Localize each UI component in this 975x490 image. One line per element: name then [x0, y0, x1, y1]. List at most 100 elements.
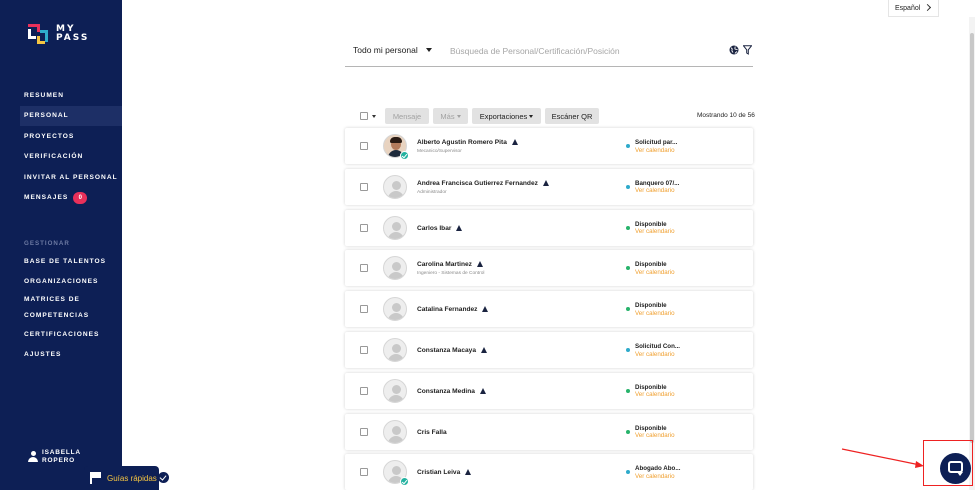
warning-icon[interactable]	[511, 139, 518, 145]
person-row[interactable]: Constanza Macaya Solicitud Con... Ver cale…	[345, 332, 753, 368]
page-scrollbar[interactable]	[969, 17, 975, 490]
person-row[interactable]: Cris Falla Disponible Ver calendario	[345, 413, 753, 450]
row-checkbox[interactable]	[360, 264, 368, 273]
person-name[interactable]: Constanza Medina	[417, 387, 486, 395]
sidebar-item-base-talentos[interactable]: BASE DE TALENTOS	[0, 251, 122, 272]
sidebar-item-proyectos[interactable]: PROYECTOS	[0, 126, 122, 147]
person-row[interactable]: Alberto Agustin Romero Pita Mecanico/Supe…	[345, 128, 753, 164]
sidebar-item-certificaciones[interactable]: CERTIFICACIONES	[0, 324, 122, 345]
row-checkbox[interactable]	[360, 346, 368, 354]
chat-icon	[948, 461, 963, 476]
person-name-text: Carlos Ibar	[417, 224, 452, 232]
status-dot	[626, 144, 630, 148]
avatar[interactable]	[383, 378, 407, 403]
message-button[interactable]: Mensaje	[385, 108, 429, 124]
warning-icon[interactable]	[456, 224, 463, 231]
person-row[interactable]: Carlos Ibar Disponible Ver calendario	[345, 209, 753, 246]
view-calendar-link[interactable]: Ver calendario	[635, 432, 675, 439]
person-name[interactable]: Catalina Fernandez	[417, 306, 489, 313]
filter-icon[interactable]	[743, 45, 752, 55]
avatar[interactable]	[383, 256, 407, 281]
exports-button[interactable]: Exportaciones	[472, 108, 541, 124]
chevron-right-icon	[923, 3, 932, 12]
user-profile[interactable]: ISABELLA ROPERO	[28, 449, 81, 464]
sidebar-item-personal[interactable]: PERSONAL	[20, 105, 122, 126]
avatar[interactable]	[383, 174, 407, 199]
avatar[interactable]	[383, 297, 407, 322]
sidebar-item-ajustes[interactable]: AJUSTES	[0, 345, 122, 366]
person-row[interactable]: Cristian Leiva Abogado Abo... Ver calendar…	[345, 454, 753, 490]
scrollbar-thumb[interactable]	[970, 33, 974, 443]
more-button[interactable]: Más	[433, 108, 468, 124]
sidebar-item-organizaciones[interactable]: ORGANIZACIONES	[0, 272, 122, 293]
globe-icon[interactable]	[729, 45, 739, 55]
quick-guides-button[interactable]: Guías rápidas	[84, 466, 159, 490]
warning-icon[interactable]	[482, 306, 489, 313]
warning-icon[interactable]	[481, 347, 487, 353]
user-name: ISABELLA ROPERO	[42, 449, 81, 464]
view-calendar-link[interactable]: Ver calendario	[635, 269, 675, 276]
person-name-text: Constanza Medina	[417, 387, 475, 395]
row-checkbox[interactable]	[360, 427, 368, 436]
language-selector[interactable]: Español	[888, 0, 939, 17]
person-name[interactable]: Alberto Agustin Romero Pita	[417, 139, 518, 146]
brand-logo[interactable]: MY PASS	[28, 24, 89, 44]
avatar[interactable]	[383, 215, 407, 240]
warning-icon[interactable]	[476, 261, 483, 268]
person-name[interactable]: Carlos Ibar	[417, 224, 463, 232]
person-name[interactable]: Carolina Martinez	[417, 261, 483, 268]
status-dot	[626, 388, 630, 393]
verified-check-icon	[400, 477, 409, 487]
person-name[interactable]: Cristian Leiva	[417, 469, 472, 477]
view-calendar-link[interactable]: Ver calendario	[635, 147, 675, 154]
sidebar-item-label: PROYECTOS	[24, 132, 75, 140]
person-name-text: Cristian Leiva	[417, 469, 461, 477]
view-calendar-link[interactable]: Ver calendario	[635, 473, 675, 480]
view-calendar-link[interactable]: Ver calendario	[635, 228, 675, 235]
sidebar-item-label: PERSONAL	[24, 112, 69, 120]
row-checkbox[interactable]	[360, 305, 368, 314]
person-row[interactable]: Constanza Medina Disponible Ver calendario	[345, 372, 753, 409]
row-checkbox[interactable]	[360, 223, 368, 232]
personnel-filter-dropdown[interactable]: Todo mi personal	[353, 45, 432, 55]
chat-button[interactable]	[940, 453, 971, 484]
message-button-label: Mensaje	[392, 111, 422, 121]
person-name[interactable]: Cris Falla	[417, 429, 447, 436]
sidebar-item-invitar[interactable]: INVITAR AL PERSONAL	[0, 167, 122, 188]
qr-scanner-button[interactable]: Escáner QR	[545, 108, 599, 124]
person-name[interactable]: Constanza Macaya	[417, 347, 487, 354]
select-all-checkbox[interactable]	[360, 112, 368, 120]
exports-button-label: Exportaciones	[479, 111, 528, 121]
view-calendar-link[interactable]: Ver calendario	[635, 310, 675, 317]
row-checkbox[interactable]	[360, 468, 368, 477]
avatar[interactable]	[383, 338, 407, 362]
sidebar-item-label: ORGANIZACIONES	[24, 278, 99, 286]
row-checkbox[interactable]	[360, 142, 368, 150]
user-name-line2: ROPERO	[42, 456, 75, 464]
person-name[interactable]: Andrea Francisca Gutierrez Fernandez	[417, 179, 549, 187]
person-name-text: Constanza Macaya	[417, 347, 476, 354]
warning-icon[interactable]	[479, 387, 486, 394]
avatar[interactable]	[383, 419, 407, 444]
sidebar-item-matrices[interactable]: MATRICES DE COMPETENCIAS	[0, 292, 122, 324]
person-name-text: Andrea Francisca Gutierrez Fernandez	[417, 179, 538, 187]
person-row[interactable]: Catalina Fernandez Disponible Ver calendar…	[345, 291, 753, 328]
select-options-caret-icon[interactable]	[372, 115, 376, 118]
row-checkbox[interactable]	[360, 386, 368, 395]
row-checkbox[interactable]	[360, 182, 368, 191]
warning-icon[interactable]	[542, 179, 549, 186]
sidebar-item-resumen[interactable]: RESUMEN	[0, 85, 122, 106]
person-row[interactable]: Carolina Martinez Ingeniero - Sistemas de…	[345, 250, 753, 287]
view-calendar-link[interactable]: Ver calendario	[635, 351, 675, 358]
person-row[interactable]: Andrea Francisca Gutierrez Fernandez Admi…	[345, 168, 753, 205]
view-calendar-link[interactable]: Ver calendario	[635, 187, 675, 194]
sidebar-item-mensajes[interactable]: MENSAJES 0	[0, 188, 122, 209]
annotation-arrow	[841, 448, 924, 468]
warning-icon[interactable]	[465, 469, 472, 476]
logo-mark-icon	[28, 24, 48, 44]
sidebar-item-verificacion[interactable]: VERIFICACIÓN	[0, 147, 122, 168]
view-calendar-link[interactable]: Ver calendario	[635, 391, 675, 398]
brand-line-2: PASS	[56, 33, 90, 43]
search-input[interactable]	[450, 43, 715, 59]
filter-selected-value: Todo mi personal	[353, 45, 418, 55]
